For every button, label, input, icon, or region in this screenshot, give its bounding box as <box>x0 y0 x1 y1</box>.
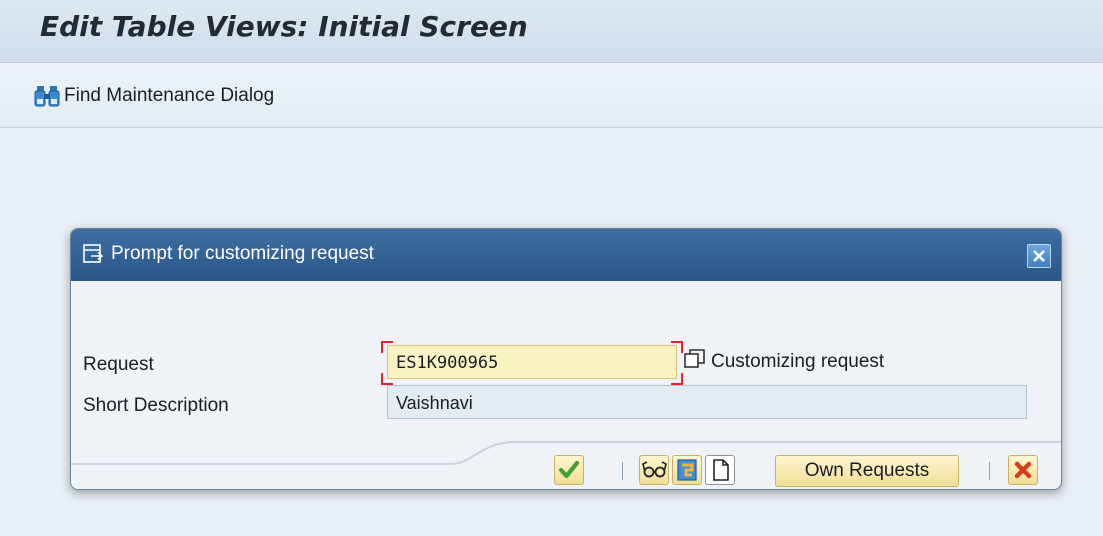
short-description-label: Short Description <box>83 395 229 416</box>
title-bar: Edit Table Views: Initial Screen <box>0 0 1103 63</box>
request-value-help-button[interactable] <box>683 347 707 371</box>
cancel-icon <box>1014 461 1032 479</box>
dialog-header: Prompt for customizing request <box>71 229 1061 281</box>
close-icon <box>1033 250 1045 262</box>
binoculars-icon <box>34 84 60 108</box>
toolbar-separator <box>622 462 623 480</box>
page-title: Edit Table Views: Initial Screen <box>40 10 528 43</box>
short-description-field[interactable]: Vaishnavi <box>387 385 1027 419</box>
request-type-text: Customizing request <box>711 351 885 372</box>
focus-marker-tl <box>381 341 393 353</box>
display-request-button[interactable] <box>639 455 669 485</box>
find-maintenance-dialog-label: Find Maintenance Dialog <box>64 85 275 106</box>
dialog-title: Prompt for customizing request <box>111 243 374 264</box>
request-label: Request <box>83 354 154 375</box>
create-request-button[interactable] <box>672 455 702 485</box>
application-toolbar: Find Maintenance Dialog <box>0 63 1103 128</box>
new-document-icon <box>713 459 729 481</box>
checkmark-icon <box>558 460 580 479</box>
prompt-icon <box>83 244 105 268</box>
focus-marker-tr <box>671 341 683 353</box>
find-maintenance-dialog-button[interactable]: Find Maintenance Dialog <box>34 83 274 109</box>
glasses-icon <box>642 461 667 478</box>
focus-marker-br <box>671 373 683 385</box>
create-request-icon <box>677 459 697 481</box>
new-request-button[interactable] <box>705 455 735 485</box>
confirm-button[interactable] <box>554 455 584 485</box>
own-requests-button[interactable]: Own Requests <box>775 455 959 487</box>
cancel-button[interactable] <box>1008 455 1038 485</box>
toolbar-separator <box>989 462 990 480</box>
customizing-request-dialog: Prompt for customizing request Request E… <box>70 228 1062 490</box>
request-input[interactable]: ES1K900965 <box>387 345 677 379</box>
focus-marker-bl <box>381 373 393 385</box>
value-help-icon <box>684 349 705 368</box>
close-dialog-button[interactable] <box>1027 244 1051 268</box>
